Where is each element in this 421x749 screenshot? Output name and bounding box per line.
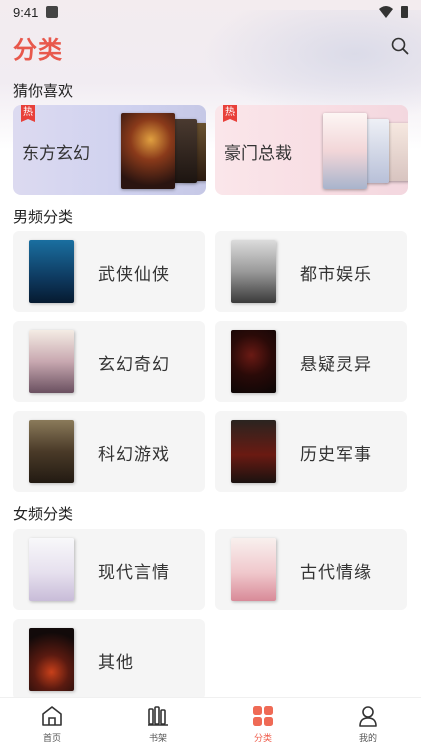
category-icon (253, 706, 273, 726)
status-bar: 9:41 (0, 0, 421, 24)
section-title-female: 女频分类 (13, 505, 74, 523)
category-label: 现代言情 (98, 563, 170, 583)
wifi-icon (379, 6, 393, 18)
category-label: 都市娱乐 (300, 265, 372, 285)
nav-tab-bookshelf[interactable]: 书架 (128, 704, 188, 744)
nav-label: 书架 (148, 734, 167, 744)
category-card-wuxia[interactable]: 武侠仙侠 (13, 231, 205, 312)
notification-icon (46, 6, 59, 18)
nav-tab-home[interactable]: 首页 (22, 704, 82, 744)
book-cover (29, 628, 74, 691)
status-time: 9:41 (13, 4, 39, 20)
category-label: 武侠仙侠 (98, 265, 170, 285)
bottom-nav: 首页 书架 分类 我的 (0, 697, 421, 749)
nav-label: 分类 (253, 734, 272, 744)
page-title: 分类 (13, 36, 63, 64)
nav-label: 我的 (358, 734, 377, 744)
battery-icon (401, 6, 408, 18)
category-card-xiandai-yanqing[interactable]: 现代言情 (13, 529, 205, 610)
search-icon[interactable] (390, 36, 410, 56)
book-cover (121, 113, 175, 189)
category-label: 古代情缘 (300, 563, 372, 583)
home-icon (42, 706, 62, 726)
category-card-lishi[interactable]: 历史军事 (215, 411, 407, 492)
hot-badge: 热 (21, 105, 35, 122)
book-cover (29, 420, 74, 483)
book-cover (231, 330, 276, 393)
hot-badge: 热 (223, 105, 237, 122)
book-cover (231, 420, 276, 483)
nav-tab-category[interactable]: 分类 (233, 704, 293, 744)
category-card-kehuan[interactable]: 科幻游戏 (13, 411, 205, 492)
category-card-xuanyi[interactable]: 悬疑灵异 (215, 321, 407, 402)
section-title-male: 男频分类 (13, 208, 74, 226)
book-cover (323, 113, 367, 189)
category-card-gudai-qingyuan[interactable]: 古代情缘 (215, 529, 407, 610)
profile-icon (359, 706, 377, 727)
category-card-xuanhuan[interactable]: 玄幻奇幻 (13, 321, 205, 402)
nav-label: 首页 (42, 734, 61, 744)
category-label: 其他 (98, 653, 134, 673)
section-title-guess: 猜你喜欢 (13, 82, 74, 100)
banner-haomen-zongcai[interactable]: 热 豪门总裁 (215, 105, 408, 195)
category-label: 玄幻奇幻 (98, 355, 170, 375)
book-cover (29, 240, 74, 303)
book-cover (231, 538, 276, 601)
banner-label: 豪门总裁 (224, 144, 292, 164)
category-label: 悬疑灵异 (300, 355, 372, 375)
category-label: 历史军事 (300, 445, 372, 465)
book-cover (231, 240, 276, 303)
book-cover (29, 538, 74, 601)
nav-tab-profile[interactable]: 我的 (338, 704, 398, 744)
banner-label: 东方玄幻 (22, 144, 90, 164)
banner-dongfang-xuanhuan[interactable]: 热 东方玄幻 (13, 105, 206, 195)
category-card-dushi[interactable]: 都市娱乐 (215, 231, 407, 312)
book-cover (29, 330, 74, 393)
bookshelf-icon (148, 706, 168, 726)
category-card-other[interactable]: 其他 (13, 619, 205, 700)
category-label: 科幻游戏 (98, 445, 170, 465)
